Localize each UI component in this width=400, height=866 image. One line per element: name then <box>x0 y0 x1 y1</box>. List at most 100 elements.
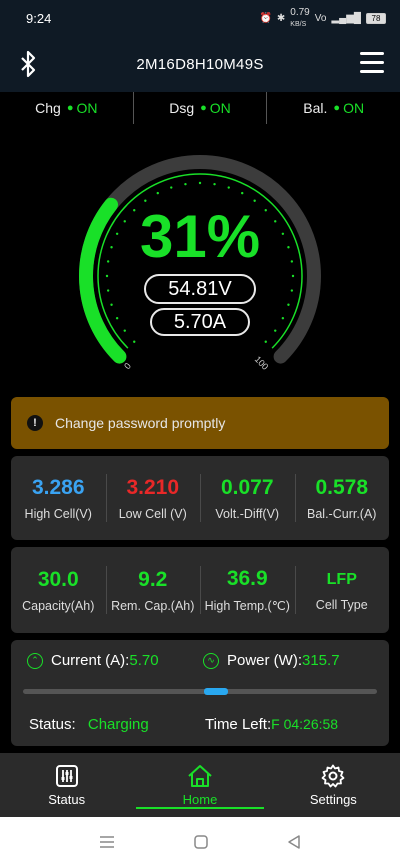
time-left-row: Time Left:F 04:26:58 <box>205 716 338 733</box>
volt-diff-label: Volt.-Diff(V) <box>215 506 280 521</box>
power-row: ∿ Power (W): 315.7 <box>203 652 340 669</box>
gauge-tick-dot <box>264 340 267 343</box>
gauge-tick-dot <box>291 274 295 278</box>
gauge-tick-dot <box>110 303 113 306</box>
gauge-tick-dot <box>115 317 119 320</box>
bottom-nav: Status Home Settings <box>0 753 400 817</box>
soc-percent: 31% <box>139 203 261 270</box>
back-icon[interactable] <box>286 834 302 850</box>
password-alert[interactable]: ! Change password promptly <box>11 397 389 449</box>
remaining-capacity-stat: 9.2 Rem. Cap.(Ah) <box>105 556 201 624</box>
sliders-icon <box>55 764 78 787</box>
system-status-bar: 9:24 ⏰ ✱ 0.79 KB/S Vo ▂▄▆█ 78 <box>0 0 400 36</box>
bal-curr-label: Bal.-Curr.(A) <box>307 506 377 521</box>
gauge-tick-dot <box>213 182 216 186</box>
volt-diff-stat: 0.077 Volt.-Diff(V) <box>200 464 295 532</box>
high-temp-stat: 36.9 High Temp.(℃) <box>200 556 295 624</box>
cell-voltage-card: 3.286 High Cell(V) 3.210 Low Cell (V) 0.… <box>11 456 389 540</box>
gauge-tick-dot <box>170 186 173 189</box>
gauge-tick-dot <box>105 274 109 278</box>
high-cell-value: 3.286 <box>31 475 85 499</box>
current-icon: ⌃ <box>27 652 43 669</box>
balance-switch[interactable]: Bal. ● ON <box>266 92 400 124</box>
high-temp-value: 36.9 <box>226 567 268 590</box>
gauge-tick-dot <box>198 181 202 185</box>
menu-icon[interactable] <box>360 52 384 74</box>
nav-home[interactable]: Home <box>133 753 266 817</box>
gauge-tick-dot <box>123 329 126 332</box>
high-cell-stat: 3.286 High Cell(V) <box>11 464 106 532</box>
gauge-tick-dot <box>281 317 285 320</box>
cell-type-value: LFP <box>326 571 357 588</box>
bluetooth-status-icon: ✱ <box>276 12 286 24</box>
cell-type-stat: LFP Cell Type <box>294 556 390 624</box>
capacity-stat: 30.0 Capacity(Ah) <box>11 556 106 624</box>
alarm-icon: ⏰ <box>259 12 272 24</box>
bluetooth-icon[interactable] <box>16 50 40 78</box>
clock: 9:24 <box>26 10 52 26</box>
system-nav-bar <box>0 817 400 866</box>
gauge-arc <box>79 155 321 364</box>
charge-switch[interactable]: Chg ● ON <box>0 92 133 124</box>
power-card: ⌃ Current (A): 5.70 ∿ Power (W): 315.7 Sta… <box>11 640 389 746</box>
gauge-tick-dot <box>241 191 244 195</box>
capacity-value: 30.0 <box>37 567 79 591</box>
low-cell-value: 3.210 <box>126 475 180 499</box>
charge-progress-bar <box>23 688 377 695</box>
nav-home-label: Home <box>182 791 218 807</box>
battery-icon: 78 <box>366 12 386 24</box>
gauge-tick-dot <box>274 329 277 332</box>
status-label: Status: <box>29 716 76 733</box>
time-left-label: Time Left: <box>205 716 272 733</box>
switch-status-row: Chg ● ON Dsg ● ON Bal. ● ON <box>0 92 400 124</box>
status-dot: ● <box>66 102 74 114</box>
nav-settings[interactable]: Settings <box>267 753 400 817</box>
alert-text: Change password promptly <box>55 415 226 431</box>
high-temp-label: High Temp.(℃) <box>204 599 290 613</box>
current-value: 5.70 <box>129 652 159 669</box>
current-row: ⌃ Current (A): 5.70 <box>27 652 159 669</box>
gauge-tick-dot <box>227 186 230 189</box>
gauge-tick-dot <box>156 191 159 195</box>
nav-status[interactable]: Status <box>0 753 133 817</box>
status-dot: ● <box>200 102 207 114</box>
voltage-readout: 54.81V <box>144 274 256 304</box>
recents-icon[interactable] <box>98 835 116 849</box>
gauge-tick-dot <box>184 182 187 186</box>
power-icon: ∿ <box>203 652 219 669</box>
volt-diff-value: 0.077 <box>220 475 274 499</box>
current-label: Current (A): <box>51 652 130 669</box>
status-value: Charging <box>87 716 149 733</box>
capacity-card: 30.0 Capacity(Ah) 9.2 Rem. Cap.(Ah) 36.9… <box>11 547 389 633</box>
net-speed: 0.79 KB/S <box>290 7 310 28</box>
gauge-tick-dot <box>290 289 294 292</box>
remaining-capacity-label: Rem. Cap.(Ah) <box>111 598 195 613</box>
low-cell-label: Low Cell (V) <box>118 506 187 521</box>
gauge-tick-dot <box>133 340 136 343</box>
discharge-switch[interactable]: Dsg ● ON <box>132 92 267 124</box>
gauge-tick-dot <box>287 303 290 306</box>
status-row: Status: Charging <box>29 716 149 733</box>
power-value: 315.7 <box>302 652 340 669</box>
bal-curr-value: 0.578 <box>315 475 369 499</box>
home-icon <box>188 764 212 787</box>
power-label: Power (W): <box>227 652 302 669</box>
cell-type-label: Cell Type <box>315 598 368 612</box>
soc-gauge: 31% 54.81V 5.70A 0 100 <box>40 146 360 396</box>
current-readout: 5.70A <box>150 308 250 336</box>
home-button-icon[interactable] <box>193 834 209 850</box>
high-cell-label: High Cell(V) <box>24 506 92 521</box>
gauge-tick-dot <box>106 289 110 292</box>
time-left-value: F 04:26:58 <box>271 716 339 732</box>
alert-icon: ! <box>27 415 43 431</box>
bal-curr-stat: 0.578 Bal.-Curr.(A) <box>294 464 390 532</box>
page-title: 2M16D8H10M49S <box>136 55 264 73</box>
nav-settings-label: Settings <box>309 791 357 807</box>
signal-icon: ▂▄▆█ <box>331 12 361 24</box>
capacity-label: Capacity(Ah) <box>22 598 95 613</box>
remaining-capacity-value: 9.2 <box>138 567 168 591</box>
status-dot: ● <box>333 102 341 114</box>
app-header: 2M16D8H10M49S <box>0 36 400 92</box>
gear-icon <box>321 764 345 787</box>
volte-icon: Vo <box>314 12 327 24</box>
